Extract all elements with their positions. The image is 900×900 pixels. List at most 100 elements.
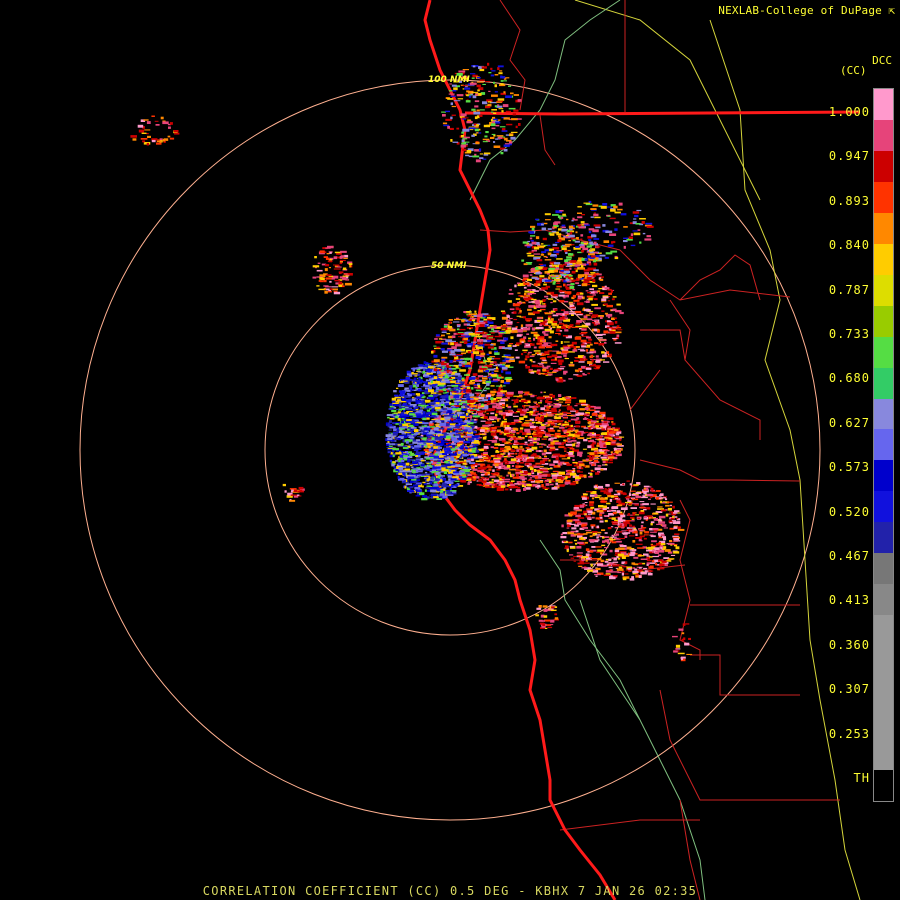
echo-pixel	[519, 437, 523, 439]
echo-pixel	[561, 458, 568, 460]
echo-pixel	[558, 463, 563, 466]
echo-pixel	[450, 478, 457, 481]
echo-pixel	[487, 376, 493, 379]
echo-pixel	[526, 320, 531, 322]
echo-pixel	[603, 515, 608, 517]
echo-pixel	[515, 298, 521, 300]
echo-pixel	[421, 444, 424, 448]
echo-pixel	[417, 377, 421, 380]
echo-pixel	[414, 397, 420, 399]
echo-pixel	[416, 470, 423, 473]
echo-pixel	[418, 429, 421, 432]
echo-pixel	[462, 476, 467, 478]
echo-pixel	[569, 472, 577, 476]
echo-pixel	[402, 472, 406, 476]
echo-pixel	[641, 496, 648, 499]
echo-pixel	[387, 449, 393, 451]
echo-pixel	[586, 314, 590, 316]
echo-pixel	[601, 428, 606, 431]
echo-pixel	[552, 326, 556, 329]
echo-pixel	[441, 440, 444, 444]
echo-pixel	[428, 433, 435, 435]
echo-pixel	[616, 510, 621, 513]
echo-pixel	[417, 442, 424, 445]
echo-pixel	[490, 416, 496, 419]
echo-pixel	[415, 393, 420, 396]
echo-pixel	[533, 350, 541, 352]
echo-pixel	[453, 420, 458, 423]
echo-pixel	[552, 470, 559, 473]
echo-pixel	[548, 298, 554, 300]
echo-pixel	[467, 434, 474, 436]
echo-pixel	[481, 403, 484, 406]
echo-pixel	[635, 537, 643, 539]
echo-pixel	[529, 274, 533, 276]
echo-pixel	[575, 420, 580, 424]
echo-pixel	[616, 443, 622, 446]
echo-pixel	[609, 353, 612, 357]
echo-pixel	[540, 305, 546, 308]
echo-pixel	[487, 358, 492, 360]
echo-pixel	[563, 354, 567, 357]
echo-pixel	[567, 446, 573, 449]
echo-pixel	[592, 279, 596, 282]
echo-pixel	[481, 471, 487, 473]
echo-pixel	[427, 436, 432, 439]
echo-pixel	[588, 539, 595, 542]
echo-pixel	[612, 575, 618, 577]
echo-pixel	[563, 540, 566, 542]
echo-pixel	[415, 489, 418, 492]
echo-pixel	[595, 360, 601, 363]
echo-pixel	[603, 454, 608, 457]
echo-pixel	[493, 365, 497, 367]
radar-display: 100 NMI 50 NMI NEXLAB-College of DuPage …	[0, 0, 900, 900]
echo-pixel	[617, 517, 622, 520]
echo-pixel	[511, 312, 514, 314]
echo-pixel	[612, 564, 620, 567]
echo-pixel	[443, 386, 446, 389]
echo-pixel	[590, 420, 597, 423]
echo-pixel	[391, 463, 395, 467]
echo-pixel	[435, 340, 442, 344]
echo-pixel	[621, 556, 626, 559]
echo-pixel	[528, 405, 535, 408]
echo-pixel	[492, 429, 496, 432]
echo-pixel	[493, 389, 496, 391]
echo-pixel	[578, 297, 582, 300]
echo-pixel	[600, 552, 603, 555]
echo-pixel	[412, 462, 417, 465]
echo-pixel	[582, 503, 585, 505]
echo-pixel	[602, 540, 605, 543]
echo-pixel	[595, 517, 601, 520]
echo-pixel	[666, 501, 673, 503]
echo-pixel	[522, 455, 528, 458]
echo-pixel	[650, 535, 656, 538]
echo-pixel	[569, 267, 572, 270]
echo-pixel	[612, 561, 619, 563]
echo-pixel	[400, 392, 406, 395]
echo-pixel	[485, 370, 489, 373]
echo-pixel	[444, 403, 450, 406]
echo-pixel	[454, 394, 459, 397]
echo-pixel	[650, 544, 657, 547]
echo-pixel	[435, 420, 441, 423]
echo-pixel	[441, 360, 445, 362]
echo-pixel	[658, 521, 666, 524]
echo-pixel	[575, 282, 580, 285]
echo-pixel	[512, 403, 516, 405]
echo-pixel	[543, 449, 547, 453]
echo-pixel	[672, 516, 675, 518]
echo-pixel	[567, 408, 574, 411]
echo-pixel	[494, 443, 500, 446]
echo-pixel	[508, 443, 513, 445]
echo-pixel	[439, 471, 444, 473]
echo-pixel	[434, 464, 441, 466]
echo-pixel	[459, 470, 465, 473]
echo-pixel	[599, 417, 603, 419]
echo-pixel	[584, 431, 589, 434]
echo-pixel	[436, 489, 441, 491]
echo-pixel	[428, 378, 434, 380]
echo-pixel	[544, 479, 550, 482]
echo-pixel	[608, 566, 613, 569]
echo-pixel	[529, 424, 534, 426]
